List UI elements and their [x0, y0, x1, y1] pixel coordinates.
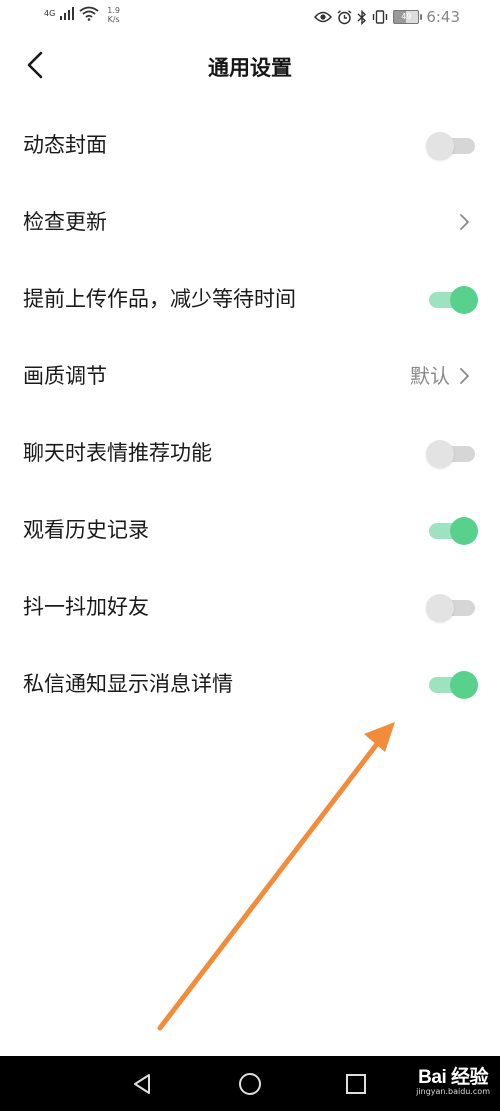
setting-label: 画质调节: [23, 364, 107, 388]
setting-label: 观看历史记录: [23, 518, 149, 542]
setting-pre-upload[interactable]: 提前上传作品，减少等待时间: [0, 261, 500, 338]
setting-dynamic-cover[interactable]: 动态封面: [0, 107, 500, 184]
setting-label: 检查更新: [23, 210, 107, 234]
setting-label: 私信通知显示消息详情: [23, 672, 233, 696]
signal-icon: [60, 7, 75, 20]
speed-value: 1.9: [107, 6, 121, 15]
chevron-right-icon: [460, 368, 469, 384]
setting-shake-add-friend[interactable]: 抖一抖加好友: [0, 569, 500, 646]
setting-label: 抖一抖加好友: [23, 595, 149, 619]
setting-dm-notification-detail[interactable]: 私信通知显示消息详情: [0, 646, 500, 723]
status-right: 49 6:43: [314, 8, 460, 26]
battery-icon: 49: [393, 10, 423, 24]
dm-notification-detail-toggle[interactable]: [426, 671, 478, 699]
baidu-watermark: Bai 经验 jingyan.baidu.com: [416, 1062, 490, 1096]
system-nav-bar: Bai 经验 jingyan.baidu.com: [0, 1056, 500, 1111]
status-time: 6:43: [426, 8, 460, 26]
chevron-right-icon: [460, 214, 469, 230]
watermark-url: jingyan.baidu.com: [416, 1087, 490, 1096]
header: 通用设置: [0, 34, 500, 98]
nav-home-button[interactable]: [234, 1068, 266, 1100]
battery-level: 49: [401, 12, 412, 21]
network-speed: 1.9 K/s: [107, 6, 120, 24]
status-bar: 4G 1.9 K/s 49 6:43: [0, 0, 500, 34]
nav-recents-button[interactable]: [340, 1068, 372, 1100]
vibrate-icon: [373, 10, 388, 24]
emoji-suggest-toggle[interactable]: [426, 440, 478, 468]
home-circle-icon: [239, 1073, 261, 1095]
setting-label: 动态封面: [23, 133, 107, 157]
status-left: 4G 1.9 K/s: [44, 6, 120, 24]
setting-value: 默认: [410, 364, 450, 388]
dynamic-cover-toggle[interactable]: [426, 132, 478, 160]
eye-icon: [314, 11, 333, 23]
alarm-icon: [337, 9, 352, 24]
recents-square-icon: [346, 1074, 366, 1094]
watch-history-toggle[interactable]: [426, 517, 478, 545]
setting-label: 提前上传作品，减少等待时间: [23, 287, 296, 311]
pre-upload-toggle[interactable]: [426, 286, 478, 314]
page-title: 通用设置: [208, 56, 292, 80]
wifi-icon: [79, 6, 99, 21]
bluetooth-icon: [357, 9, 367, 25]
setting-video-quality[interactable]: 画质调节 默认: [0, 338, 500, 415]
speed-unit: K/s: [107, 15, 120, 24]
back-triangle-icon: [134, 1074, 150, 1094]
setting-label: 聊天时表情推荐功能: [23, 441, 212, 465]
settings-list: 动态封面 检查更新 提前上传作品，减少等待时间 画质调节 默认 聊天时表情推荐功…: [0, 107, 500, 723]
shake-add-friend-toggle[interactable]: [426, 594, 478, 622]
setting-watch-history[interactable]: 观看历史记录: [0, 492, 500, 569]
watermark-logo: Bai 经验: [418, 1067, 489, 1088]
setting-check-update[interactable]: 检查更新: [0, 184, 500, 261]
setting-emoji-suggest[interactable]: 聊天时表情推荐功能: [0, 415, 500, 492]
network-type: 4G: [44, 9, 56, 18]
nav-back-button[interactable]: [127, 1068, 159, 1100]
